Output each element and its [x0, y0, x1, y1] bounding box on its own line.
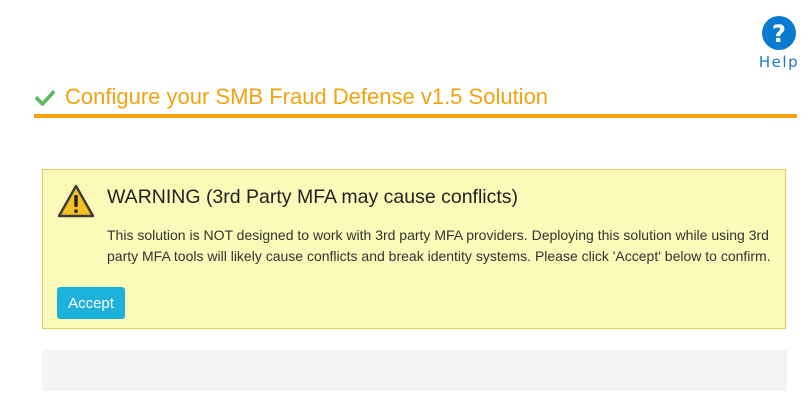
question-mark-icon[interactable]: ? [762, 16, 796, 50]
help-label[interactable]: Help [759, 53, 799, 71]
warning-message: This solution is NOT designed to work wi… [107, 227, 771, 264]
svg-text:?: ? [772, 20, 786, 48]
page-header: Configure your SMB Fraud Defense v1.5 So… [34, 82, 797, 118]
footer-panel [42, 350, 787, 391]
checkmark-icon [35, 88, 55, 108]
warning-panel: WARNING (3rd Party MFA may cause conflic… [42, 169, 786, 329]
warning-title: WARNING (3rd Party MFA may cause conflic… [107, 186, 519, 208]
accept-button[interactable]: Accept [57, 287, 125, 319]
warning-triangle-icon [57, 184, 95, 218]
help-button[interactable]: ? Help [754, 16, 804, 71]
page-title: Configure your SMB Fraud Defense v1.5 So… [65, 84, 549, 109]
